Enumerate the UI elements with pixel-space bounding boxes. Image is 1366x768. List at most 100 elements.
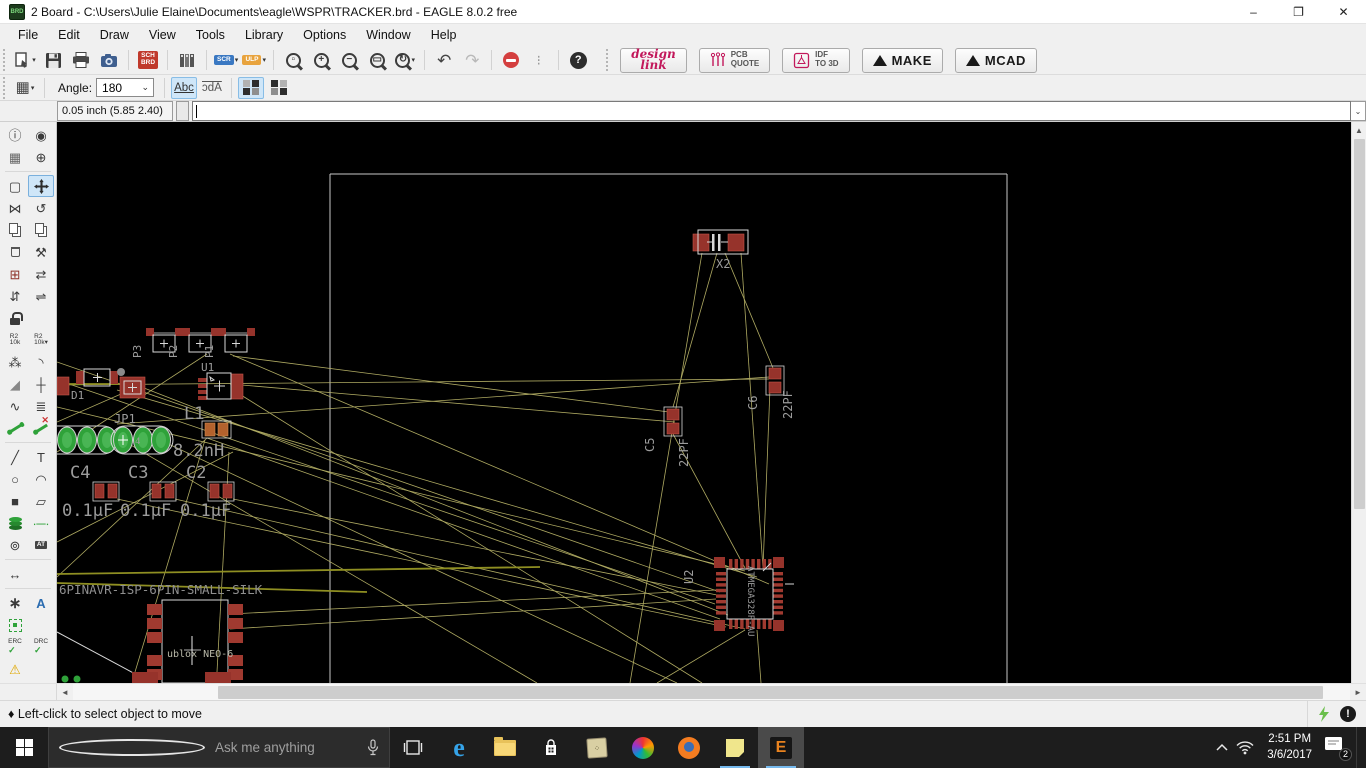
circle-tool[interactable]: ○ [2, 468, 28, 490]
zoom-in-button[interactable]: + [308, 48, 334, 73]
rect-tool[interactable]: ■ [2, 490, 28, 512]
lightning-icon[interactable] [1318, 706, 1330, 722]
clock[interactable]: 2:51 PM 3/6/2017 [1261, 732, 1318, 763]
board-label-p2[interactable]: P2 [167, 345, 180, 358]
board-label-c6[interactable]: C6 [746, 396, 760, 410]
board-canvas[interactable]: P3 P2 P1 D1 U1 L1 8.2nH JP1 4 C4 C3 C2 0.1μF 0.1μF 0.1… [42, 122, 1351, 684]
board-label-c4-value[interactable]: 0.1μF [62, 501, 113, 521]
scroll-right-arrow[interactable]: ► [1350, 684, 1366, 700]
copy-tool[interactable] [2, 219, 28, 241]
lock-tool[interactable] [2, 307, 28, 329]
toolbar-drag-handle[interactable] [3, 49, 8, 71]
drc-tool[interactable]: DRC ✓ [28, 636, 54, 658]
menu-tools[interactable]: Tools [186, 26, 235, 44]
start-button[interactable] [0, 727, 48, 768]
scroll-up-arrow[interactable]: ▲ [1352, 122, 1366, 138]
ripup-tool[interactable] [28, 417, 54, 439]
board-label-u2[interactable]: U2 [682, 570, 696, 584]
script-button[interactable]: SCR ▾ [213, 48, 239, 73]
save-button[interactable] [40, 48, 66, 73]
redo-button[interactable]: ↷ [459, 48, 485, 73]
menu-options[interactable]: Options [293, 26, 356, 44]
board-label-l1[interactable]: L1 [184, 404, 204, 424]
ulp-button[interactable]: ULP ▾ [241, 48, 267, 73]
board-label-isp-silk[interactable]: 6PINAVR-ISP-6PIN-SMALL-SILK [59, 582, 263, 597]
command-history-dropdown[interactable]: ⌄ [1351, 101, 1366, 121]
dimension-tool[interactable]: ↔ [2, 563, 28, 585]
hole-tool[interactable]: ⊚ [2, 534, 28, 556]
component-ublox[interactable] [147, 599, 243, 684]
horizontal-scrollbar[interactable] [73, 684, 1350, 700]
scroll-left-arrow[interactable]: ◄ [57, 684, 73, 700]
miter-tool[interactable]: ◝ [28, 351, 54, 373]
delete-tool[interactable] [2, 241, 28, 263]
taskbar-firefox[interactable] [666, 727, 712, 768]
pattern-normal-toggle[interactable] [238, 76, 265, 99]
meander-tool[interactable]: ∿ [2, 395, 28, 417]
split-tool[interactable]: ┼ [28, 373, 54, 395]
zoom-redraw-button[interactable]: ↻ ▾ [392, 48, 418, 73]
board-label-p3[interactable]: P3 [131, 345, 144, 358]
board-label-l1-value[interactable]: 8.2nH [173, 441, 224, 461]
menu-draw[interactable]: Draw [90, 26, 139, 44]
name-tool[interactable]: R2 10k [2, 329, 28, 351]
taskbar-file-explorer[interactable] [482, 727, 528, 768]
board-label-jp1[interactable]: JP1 [114, 412, 136, 426]
mcad-button[interactable]: MCAD [954, 47, 1037, 73]
open-button[interactable]: ▾ [12, 48, 38, 73]
vertical-scrollbar[interactable]: ▲ [1351, 122, 1366, 683]
menu-window[interactable]: Window [356, 26, 420, 44]
taskbar-app-swirl[interactable] [620, 727, 666, 768]
board-label-c2-value[interactable]: 0.1μF [180, 501, 231, 521]
polygon-tool[interactable]: ▱ [28, 490, 54, 512]
menu-file[interactable]: File [8, 26, 48, 44]
pattern-mirror-toggle[interactable] [266, 77, 292, 99]
options-dots-button[interactable]: ⁝ [526, 48, 552, 73]
wire-tool[interactable]: ╱ [2, 446, 28, 468]
stop-button[interactable] [498, 48, 524, 73]
grid-button[interactable]: ▦ ▾ [12, 75, 38, 100]
print-button[interactable] [68, 48, 94, 73]
undo-button[interactable]: ↶ [431, 48, 457, 73]
board-label-c6-value[interactable]: 22PF [781, 390, 795, 419]
menu-library[interactable]: Library [235, 26, 293, 44]
signal-tool[interactable]: ∙─∙ [28, 512, 54, 534]
component-c4[interactable] [92, 481, 120, 502]
designblock-tool[interactable] [2, 614, 28, 636]
task-view-button[interactable] [390, 727, 436, 768]
taskbar-edge[interactable]: e [436, 727, 482, 768]
schematic-board-button[interactable]: SCH BRD [135, 48, 161, 73]
microphone-icon[interactable] [367, 739, 379, 756]
board-label-u2-value[interactable]: ATMEGA328P-AU [745, 566, 755, 636]
text-mirror-toggle[interactable]: Abc [199, 77, 225, 99]
pinswap-tool[interactable]: ⇵ [2, 285, 28, 307]
minimize-button[interactable]: – [1231, 0, 1276, 23]
attribute-tool[interactable]: AT [28, 534, 54, 556]
notification-button[interactable]: 2 [1324, 736, 1352, 761]
board-label-jp1-pin4[interactable]: 4 [135, 437, 140, 447]
taskbar-store[interactable] [528, 727, 574, 768]
help-button[interactable]: ? [565, 48, 591, 73]
component-u1[interactable] [198, 372, 244, 400]
command-input[interactable] [192, 101, 1351, 121]
value-tool[interactable]: R2 10k▾ [28, 329, 54, 351]
corner-tool[interactable]: ◢ [2, 373, 28, 395]
component-x2[interactable] [692, 229, 749, 255]
display-layers-tool[interactable]: ▦ [2, 146, 28, 168]
show-tool[interactable]: ◉ [28, 124, 54, 146]
library-button[interactable] [174, 48, 200, 73]
route-tool[interactable] [2, 417, 28, 439]
zoom-fit-button[interactable]: ▫ [280, 48, 306, 73]
idf-to-3d-button[interactable]: IDF TO 3D [782, 47, 850, 73]
board-label-c4[interactable]: C4 [70, 463, 90, 483]
tray-chevron-icon[interactable] [1215, 743, 1229, 752]
alert-icon[interactable]: ! [1340, 706, 1356, 722]
menu-edit[interactable]: Edit [48, 26, 90, 44]
arc-tool[interactable]: ◠ [28, 468, 54, 490]
pcb-quote-button[interactable]: PCB QUOTE [698, 47, 771, 73]
taskbar-sticky-notes[interactable] [712, 727, 758, 768]
menu-help[interactable]: Help [421, 26, 467, 44]
taskbar-app-dice[interactable]: ⁘ [574, 727, 620, 768]
errors-tool[interactable]: ⚠ [2, 658, 28, 680]
via-tool[interactable] [2, 512, 28, 534]
